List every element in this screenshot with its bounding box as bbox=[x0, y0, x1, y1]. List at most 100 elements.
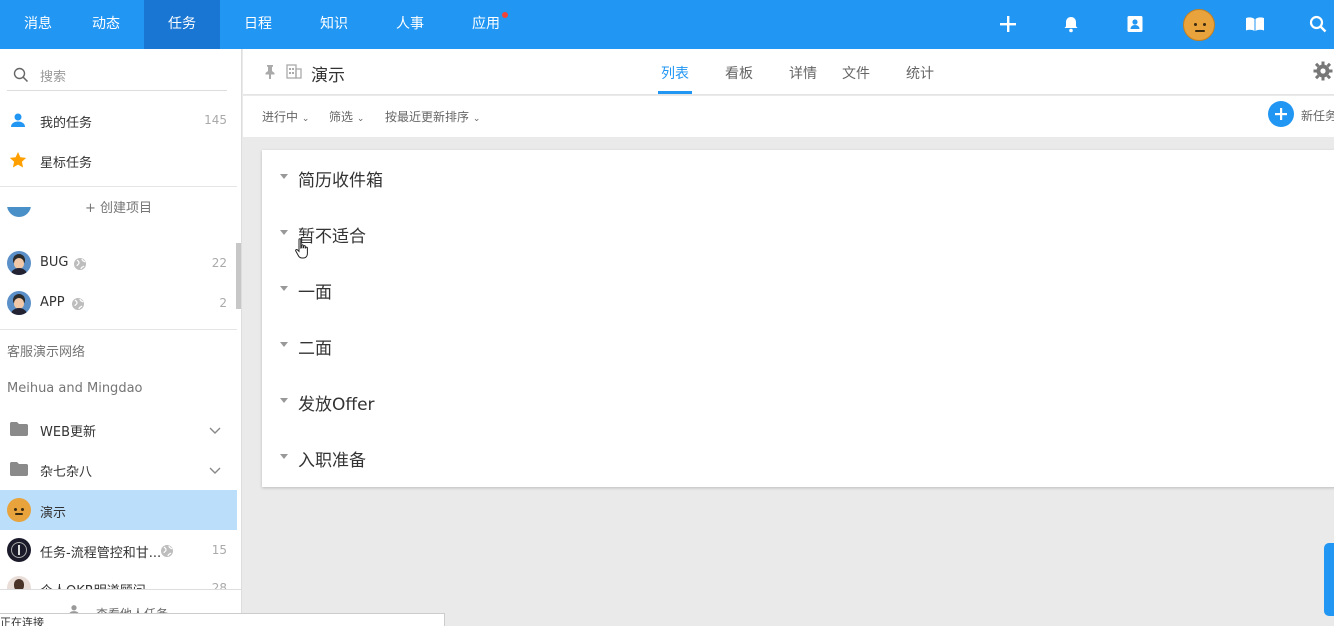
new-task-label[interactable]: 新任务 bbox=[1301, 107, 1334, 124]
project-count: 15 bbox=[211, 543, 227, 557]
nav-tab-calendar[interactable]: 日程 bbox=[220, 0, 296, 49]
filter-bar: 进行中 ⌄ 筛选 ⌄ 按最近更新排序 ⌄ bbox=[243, 96, 1334, 137]
user-avatar[interactable] bbox=[1183, 9, 1215, 41]
stage-title: 一面 bbox=[298, 283, 332, 303]
gear-icon[interactable] bbox=[1313, 61, 1333, 81]
contacts-icon[interactable] bbox=[1123, 12, 1147, 36]
caret-down-icon[interactable] bbox=[280, 286, 288, 291]
hand-cursor-icon bbox=[295, 238, 308, 259]
stage-row[interactable]: 入职准备 bbox=[262, 430, 1334, 486]
add-icon[interactable] bbox=[996, 12, 1020, 36]
stage-row[interactable]: 发放Offer bbox=[262, 374, 1334, 430]
book-icon[interactable] bbox=[1243, 12, 1267, 36]
avatar bbox=[7, 251, 31, 275]
filter-label: 按最近更新排序 bbox=[385, 110, 470, 124]
folder-item-web[interactable]: WEB更新 bbox=[0, 409, 237, 449]
nav-tab-knowledge[interactable]: 知识 bbox=[296, 0, 372, 49]
sidebar-item-label: 我的任务 bbox=[40, 116, 93, 131]
pin-icon[interactable] bbox=[263, 64, 277, 80]
project-label: BUG bbox=[40, 255, 69, 270]
status-filter[interactable]: 进行中 ⌄ bbox=[262, 108, 309, 125]
filter-label: 进行中 bbox=[262, 110, 299, 124]
tab-board[interactable]: 看板 bbox=[725, 63, 753, 83]
stage-title: 简历收件箱 bbox=[298, 171, 383, 191]
caret-down-icon[interactable] bbox=[280, 398, 288, 403]
nav-tab-hr[interactable]: 人事 bbox=[372, 0, 448, 49]
list-item-hidden bbox=[0, 207, 237, 233]
divider bbox=[0, 186, 237, 187]
tab-list[interactable]: 列表 bbox=[661, 63, 689, 83]
project-count: 2 bbox=[219, 296, 227, 310]
stage-row[interactable]: 二面 bbox=[262, 318, 1334, 374]
group-title[interactable]: Meihua and Mingdao bbox=[7, 381, 142, 396]
folder-item-misc[interactable]: 杂七杂八 bbox=[0, 449, 237, 489]
project-item-demo[interactable]: 演示 bbox=[0, 490, 237, 530]
chevron-down-icon[interactable] bbox=[208, 463, 222, 477]
scrollbar[interactable] bbox=[236, 243, 241, 309]
stage-row[interactable]: 简历收件箱 bbox=[262, 150, 1334, 206]
tab-stats[interactable]: 统计 bbox=[906, 63, 934, 83]
side-panel-tab[interactable] bbox=[1324, 543, 1334, 616]
group-title[interactable]: 客服演示网络 bbox=[7, 341, 85, 360]
chevron-down-icon[interactable] bbox=[208, 423, 222, 437]
avatar bbox=[7, 207, 31, 217]
project-item-bug[interactable]: BUG 22 bbox=[0, 243, 237, 283]
star-icon bbox=[9, 152, 27, 168]
chevron-down-icon: ⌄ bbox=[356, 114, 365, 124]
folder-label: 杂七杂八 bbox=[40, 465, 93, 480]
nav-tab-apps[interactable]: 应用 bbox=[448, 0, 524, 49]
person-icon bbox=[11, 113, 25, 127]
sidebar-item-label: 星标任务 bbox=[40, 156, 93, 171]
project-count: 22 bbox=[211, 256, 227, 270]
search-box[interactable]: 搜索 bbox=[7, 59, 227, 91]
divider bbox=[0, 329, 237, 330]
connection-status: 正在连接 bbox=[0, 613, 445, 626]
nav-tab-messages[interactable]: 消息 bbox=[0, 0, 76, 49]
avatar bbox=[7, 498, 31, 522]
notification-dot bbox=[502, 12, 508, 18]
page-title: 演示 bbox=[311, 66, 345, 86]
project-item-okr[interactable]: 个人OKR明道顾问 28 bbox=[0, 570, 237, 590]
chevron-down-icon: ⌄ bbox=[472, 114, 481, 124]
active-tab-indicator bbox=[658, 91, 692, 94]
globe-icon bbox=[161, 545, 173, 557]
filter-label: 筛选 bbox=[329, 110, 354, 124]
search-placeholder: 搜索 bbox=[40, 70, 67, 85]
task-count: 145 bbox=[204, 113, 227, 127]
stage-title: 二面 bbox=[298, 339, 332, 359]
project-label: 任务-流程管控和甘... bbox=[40, 546, 162, 561]
globe-icon bbox=[74, 258, 86, 270]
avatar bbox=[7, 291, 31, 315]
tab-detail[interactable]: 详情 bbox=[789, 63, 817, 83]
stage-row[interactable]: 暂不适合 bbox=[262, 206, 1334, 262]
caret-down-icon[interactable] bbox=[280, 230, 288, 235]
building-icon bbox=[286, 64, 302, 79]
nav-tab-tasks[interactable]: 任务 bbox=[144, 0, 220, 49]
project-label: 演示 bbox=[40, 506, 67, 521]
avatar bbox=[7, 576, 31, 590]
filter-dropdown[interactable]: 筛选 ⌄ bbox=[329, 108, 364, 125]
stage-title: 入职准备 bbox=[298, 451, 366, 471]
stage-list-card: 简历收件箱 暂不适合 一面 二面 发放Offer 入职准备 bbox=[262, 150, 1334, 487]
project-item-process[interactable]: 任务-流程管控和甘... 15 bbox=[0, 530, 237, 570]
search-icon[interactable] bbox=[1306, 12, 1330, 36]
project-item-app[interactable]: APP 2 bbox=[0, 283, 237, 323]
stage-row[interactable]: 一面 bbox=[262, 262, 1334, 318]
caret-down-icon[interactable] bbox=[280, 174, 288, 179]
sort-dropdown[interactable]: 按最近更新排序 ⌄ bbox=[385, 108, 480, 125]
nav-tab-feed[interactable]: 动态 bbox=[68, 0, 144, 49]
project-header: 演示 列表 看板 详情 文件 统计 bbox=[243, 49, 1334, 95]
add-icon bbox=[1275, 108, 1287, 120]
folder-label: WEB更新 bbox=[40, 425, 96, 440]
caret-down-icon[interactable] bbox=[280, 342, 288, 347]
sidebar: 搜索 我的任务 145 星标任务 + 创建项目 BUG 22 APP 2 客服演… bbox=[0, 49, 242, 626]
chevron-down-icon: ⌄ bbox=[301, 114, 310, 124]
new-task-button[interactable] bbox=[1268, 101, 1294, 127]
sidebar-item-starred[interactable]: 星标任务 bbox=[0, 140, 237, 180]
tab-files[interactable]: 文件 bbox=[842, 63, 870, 83]
caret-down-icon[interactable] bbox=[280, 454, 288, 459]
sidebar-item-my-tasks[interactable]: 我的任务 145 bbox=[0, 100, 237, 140]
bell-icon[interactable] bbox=[1059, 12, 1083, 36]
stage-title: 发放Offer bbox=[298, 395, 375, 415]
folder-icon bbox=[10, 422, 28, 436]
